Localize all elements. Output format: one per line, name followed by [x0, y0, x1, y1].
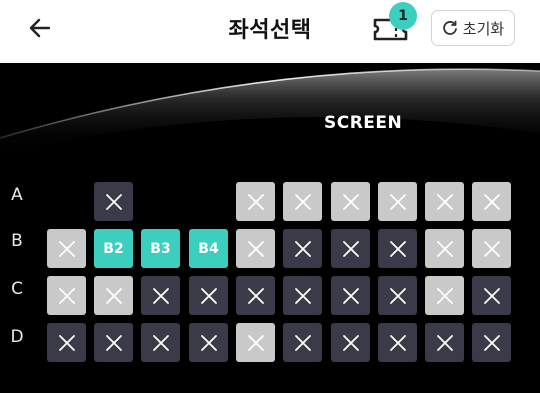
close-icon: [342, 334, 359, 351]
close-icon: [58, 240, 75, 257]
close-icon: [389, 240, 406, 257]
screen-label: SCREEN: [324, 113, 403, 133]
seat-unavailable: [141, 323, 180, 362]
seat-selected-b3[interactable]: B3: [141, 229, 180, 268]
close-icon: [105, 334, 122, 351]
app-header: 좌석선택 1 초기화: [0, 0, 540, 63]
row-label: D: [10, 327, 24, 347]
close-icon: [200, 287, 217, 304]
seat-unavailable: [331, 323, 370, 362]
screen-arc: [0, 68, 540, 153]
close-icon: [247, 240, 264, 257]
seat-unavailable: [236, 276, 275, 315]
close-icon: [294, 240, 311, 257]
row-label: A: [11, 185, 23, 205]
close-icon: [483, 193, 500, 210]
close-icon: [294, 334, 311, 351]
close-icon: [247, 193, 264, 210]
seat-unavailable: [425, 229, 464, 268]
seat-unavailable: [331, 182, 370, 221]
seat-unavailable: [378, 323, 417, 362]
seat-unavailable: [94, 276, 133, 315]
seat-unavailable: [189, 276, 228, 315]
seat-unavailable: [331, 276, 370, 315]
close-icon: [294, 193, 311, 210]
close-icon: [483, 240, 500, 257]
reset-label: 초기화: [462, 19, 505, 38]
close-icon: [436, 287, 453, 304]
close-icon: [58, 334, 75, 351]
close-icon: [436, 334, 453, 351]
seat-unavailable: [236, 229, 275, 268]
close-icon: [389, 334, 406, 351]
seat-unavailable: [283, 276, 322, 315]
seat-unavailable: [47, 229, 86, 268]
row-label: B: [11, 231, 23, 251]
seat-unavailable: [94, 323, 133, 362]
seat-unavailable: [283, 182, 322, 221]
seat-unavailable: [283, 323, 322, 362]
close-icon: [247, 287, 264, 304]
refresh-icon: [443, 20, 457, 35]
close-icon: [105, 287, 122, 304]
seat-unavailable: [236, 323, 275, 362]
seat-unavailable: [236, 182, 275, 221]
seat-unavailable: [94, 182, 133, 221]
close-icon: [342, 193, 359, 210]
seat-unavailable: [378, 229, 417, 268]
seat-unavailable: [189, 323, 228, 362]
close-icon: [200, 334, 217, 351]
close-icon: [294, 287, 311, 304]
seat-unavailable: [472, 323, 511, 362]
close-icon: [436, 240, 453, 257]
close-icon: [483, 334, 500, 351]
close-icon: [342, 240, 359, 257]
seat-unavailable: [472, 276, 511, 315]
row-label: C: [11, 279, 23, 299]
close-icon: [483, 287, 500, 304]
seat-unavailable: [378, 182, 417, 221]
close-icon: [58, 287, 75, 304]
seat-unavailable: [425, 276, 464, 315]
close-icon: [389, 193, 406, 210]
seat-unavailable: [378, 276, 417, 315]
seat-unavailable: [472, 229, 511, 268]
seat-unavailable: [472, 182, 511, 221]
close-icon: [389, 287, 406, 304]
close-icon: [105, 193, 122, 210]
seat-unavailable: [283, 229, 322, 268]
ticket-count-badge: 1: [389, 2, 417, 30]
close-icon: [247, 334, 264, 351]
close-icon: [152, 334, 169, 351]
seat-selected-b4[interactable]: B4: [189, 229, 228, 268]
close-icon: [436, 193, 453, 210]
seat-map: SCREEN A B B2 B3 B4 C D: [0, 63, 540, 393]
seat-unavailable: [47, 323, 86, 362]
seat-unavailable: [425, 323, 464, 362]
close-icon: [342, 287, 359, 304]
seat-unavailable: [331, 229, 370, 268]
close-icon: [152, 287, 169, 304]
seat-unavailable: [425, 182, 464, 221]
seat-selected-b2[interactable]: B2: [94, 229, 133, 268]
seat-unavailable: [141, 276, 180, 315]
seat-unavailable: [47, 276, 86, 315]
reset-button[interactable]: 초기화: [431, 10, 515, 46]
